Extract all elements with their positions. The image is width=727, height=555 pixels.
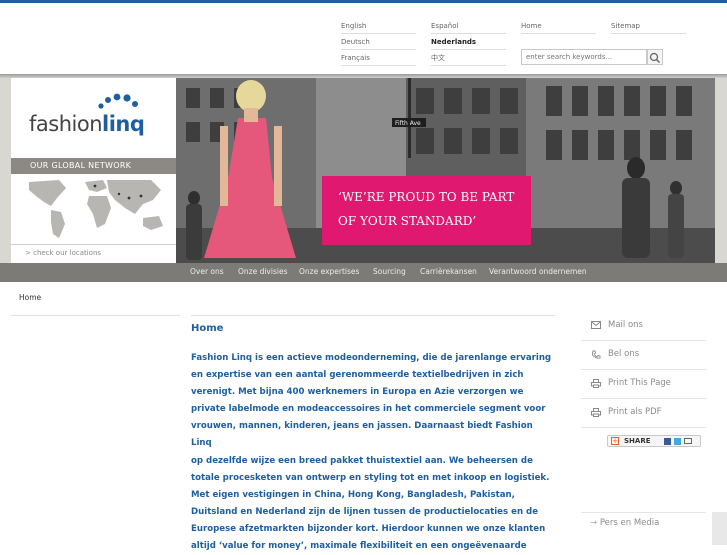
print-pdf-link[interactable]: Print als PDF <box>581 399 706 428</box>
share-label: SHARE <box>624 437 651 445</box>
page-title: Home <box>191 323 224 334</box>
banner-gutter <box>0 78 11 263</box>
nav-item-onze-expertises[interactable]: Onze expertises <box>299 267 359 276</box>
intro-line: vrouwen, mannen, kinderen, jeans en jass… <box>191 421 533 449</box>
logo[interactable]: fashionlinq <box>29 92 169 152</box>
nav-item-carrierekansen[interactable]: Carrièrekansen <box>420 267 477 276</box>
logo-text: fashion <box>29 112 103 136</box>
nav-item-sourcing[interactable]: Sourcing <box>373 267 406 276</box>
print-pdf-label: Print als PDF <box>608 407 662 417</box>
facebook-icon <box>664 438 671 445</box>
banner-quote: ‘WE’RE PROUD TO BE PART OF YOUR STANDARD… <box>322 176 531 245</box>
search-button[interactable] <box>647 49 663 65</box>
lang-english[interactable]: English <box>341 22 366 30</box>
home-link[interactable]: Home <box>521 22 542 30</box>
logo-text-accent: linq <box>102 112 145 136</box>
breadcrumb[interactable]: Home <box>19 293 41 302</box>
lang-espanol[interactable]: Español <box>431 22 458 30</box>
lang-nederlands[interactable]: Nederlands <box>431 38 476 46</box>
divider <box>431 49 506 50</box>
print-icon <box>591 379 601 389</box>
arrow-right-icon: → <box>590 518 600 528</box>
press-media-label: Pers en Media <box>599 518 660 528</box>
intro-line: altijd ‘value for money’, maximale flexi… <box>191 541 527 552</box>
intro-line: en expertise van een aantal gerenommeerd… <box>191 370 524 381</box>
phone-icon <box>591 350 601 360</box>
street-sign-text: Fifth Ave <box>395 120 421 127</box>
mail-us-label: Mail ons <box>608 320 643 330</box>
call-us-label: Bel ons <box>608 349 640 359</box>
banner-gutter <box>715 78 727 263</box>
intro-line: Met eigen vestigingen in China, Hong Kon… <box>191 489 515 500</box>
call-us-link[interactable]: Bel ons <box>581 341 706 370</box>
divider <box>581 512 706 513</box>
divider <box>341 49 416 50</box>
print-icon <box>591 408 601 418</box>
lang-francais[interactable]: Français <box>341 54 370 62</box>
share-button[interactable]: + SHARE <box>607 435 701 447</box>
divider <box>521 33 596 34</box>
print-page-label: Print This Page <box>608 378 671 388</box>
network-heading: OUR GLOBAL NETWORK <box>11 158 176 174</box>
lang-chinese[interactable]: 中文 <box>431 53 445 63</box>
divider <box>341 65 416 66</box>
mail-icon <box>591 321 601 331</box>
intro-line: Europese afzetmarkten bijzonder kort. Hi… <box>191 523 546 534</box>
quote-line-2: OF YOUR STANDARD’ <box>338 214 477 228</box>
top-accent-line <box>0 0 727 3</box>
divider <box>611 33 686 34</box>
print-page-link[interactable]: Print This Page <box>581 370 706 399</box>
divider <box>431 65 506 66</box>
divider <box>341 33 416 34</box>
main-navigation: Over ons Onze divisies Onze expertises S… <box>0 263 727 282</box>
divider <box>431 33 506 34</box>
divider <box>11 315 180 316</box>
sitemap-link[interactable]: Sitemap <box>611 22 640 30</box>
search-input[interactable] <box>521 49 647 65</box>
intro-line: totale procesketen van ontwerp en stylin… <box>191 472 550 483</box>
twitter-icon <box>674 438 681 445</box>
intro-line: verenigt. Met bijna 400 werknemers in Eu… <box>191 387 524 398</box>
nav-item-over-ons[interactable]: Over ons <box>190 267 224 276</box>
check-locations-link[interactable]: > check our locations <box>11 244 176 263</box>
intro-line: Fashion Linq is een actieve modeondernem… <box>191 353 552 363</box>
lang-deutsch[interactable]: Deutsch <box>341 38 370 46</box>
intro-line: private labelmode en modeaccessoires in … <box>191 404 546 415</box>
side-gutter <box>712 512 727 545</box>
search-icon <box>649 52 661 64</box>
world-map-icon <box>11 174 176 244</box>
nav-item-verantwoord-ondernemen[interactable]: Verantwoord ondernemen <box>489 267 587 276</box>
intro-line: Duitsland en Nederland zijn de lijnen tu… <box>191 506 539 517</box>
divider <box>191 315 555 316</box>
world-map[interactable] <box>11 174 176 244</box>
press-media-link[interactable]: → Pers en Media <box>590 518 659 528</box>
intro-line: op dezelfde wijze een breed pakket thuis… <box>191 455 533 466</box>
mail-us-link[interactable]: Mail ons <box>581 312 706 341</box>
plus-icon: + <box>611 437 619 445</box>
quote-line-1: ‘WE’RE PROUD TO BE PART <box>338 190 515 204</box>
email-share-icon <box>684 438 692 444</box>
nav-item-onze-divisies[interactable]: Onze divisies <box>238 267 287 276</box>
intro-text: Fashion Linq is een actieve modeondernem… <box>191 350 556 555</box>
